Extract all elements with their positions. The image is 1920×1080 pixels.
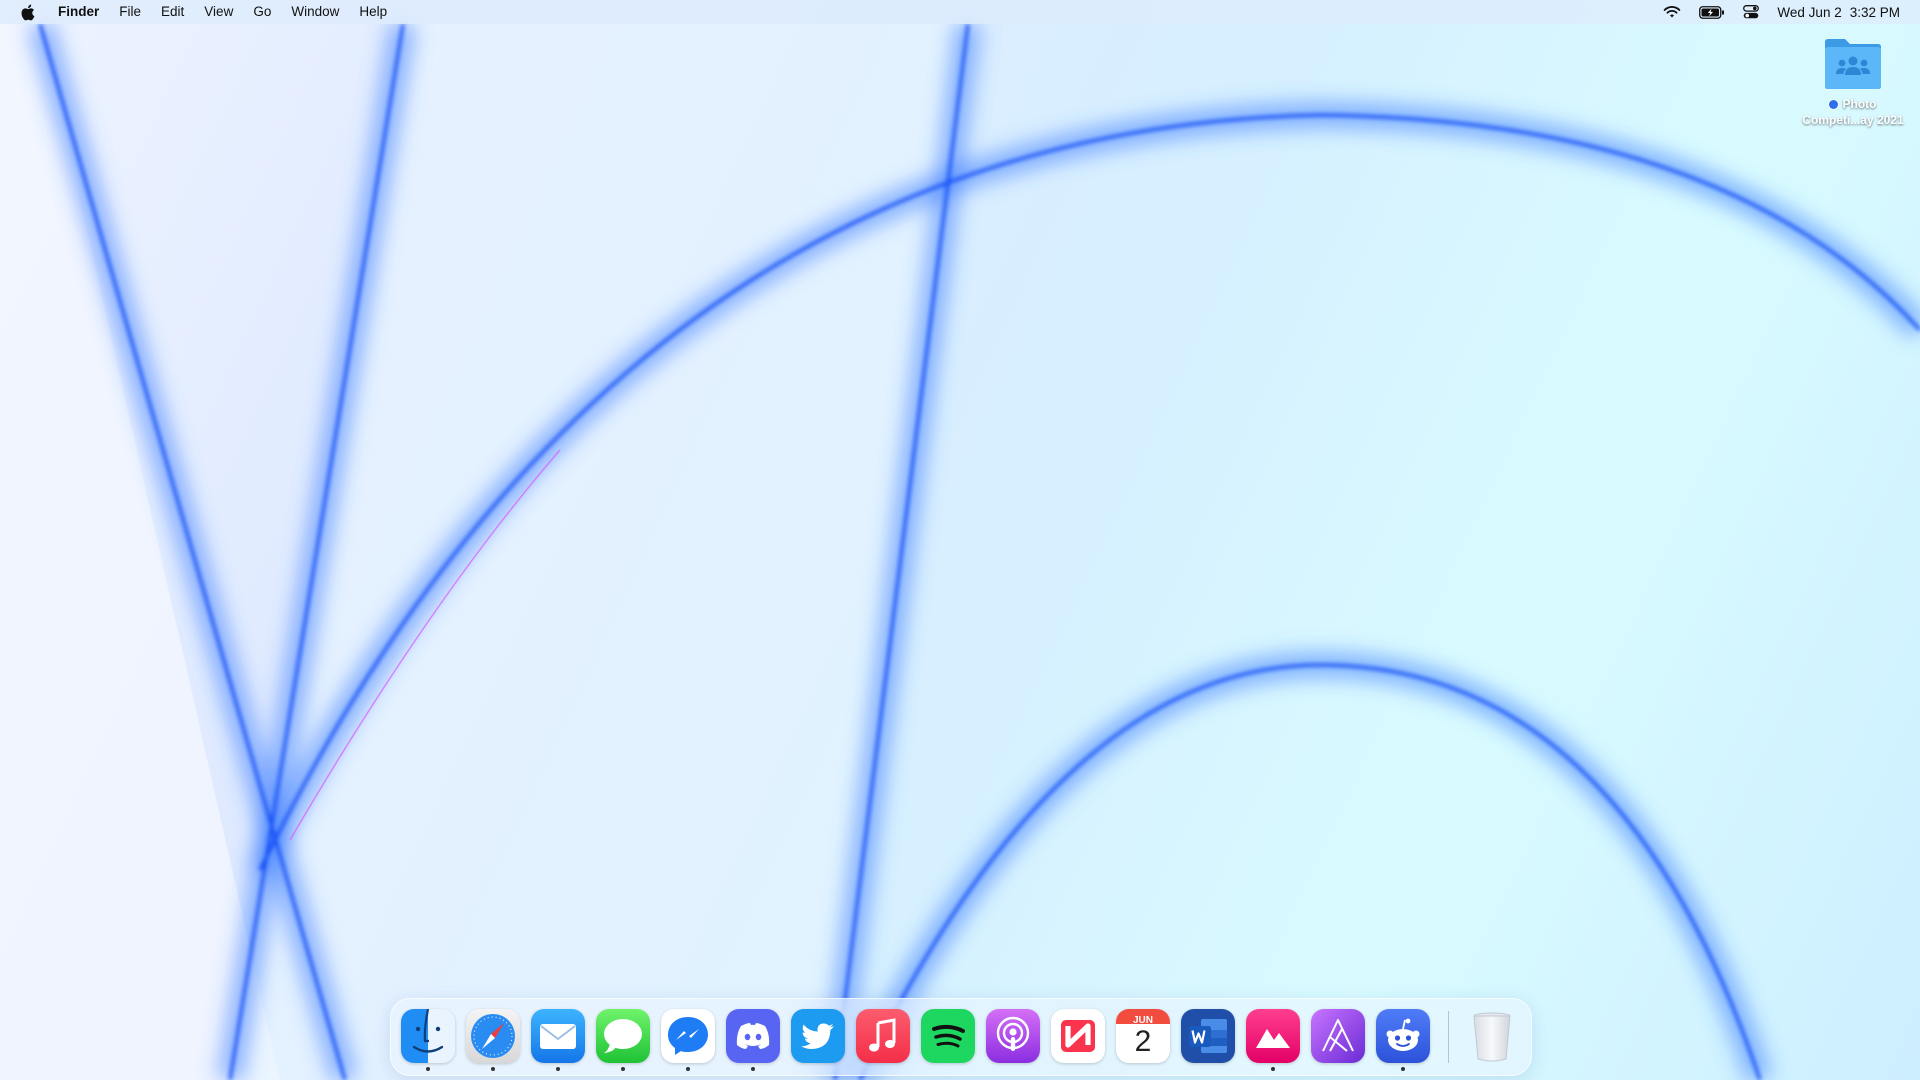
running-indicator: [426, 1067, 430, 1071]
wifi-icon[interactable]: [1663, 0, 1681, 24]
running-indicator: [1271, 1067, 1275, 1071]
menu-bar-status: Wed Jun 2 3:32 PM: [1663, 0, 1920, 24]
calendar-day: 2: [1134, 1025, 1152, 1058]
control-center-icon[interactable]: [1743, 0, 1760, 24]
blue-tag-dot: [1829, 100, 1839, 109]
menu-go[interactable]: Go: [243, 0, 281, 24]
safari-icon: [471, 1014, 515, 1058]
twitter-icon: [801, 1023, 834, 1049]
finder-icon: [412, 1009, 444, 1053]
running-indicator: [556, 1067, 560, 1071]
desktop-folder-label: Photo Competi...ay 2021: [1802, 96, 1903, 128]
menu-window[interactable]: Window: [281, 0, 349, 24]
dock-safari[interactable]: [466, 1009, 520, 1063]
dock-affinity[interactable]: [1311, 1009, 1365, 1063]
dock-mail[interactable]: [531, 1009, 585, 1063]
mail-icon: [540, 1024, 576, 1049]
dock-trash[interactable]: [1465, 1009, 1519, 1063]
desktop-folder-photo-competition[interactable]: Photo Competi...ay 2021: [1790, 36, 1916, 128]
dock-messages[interactable]: [596, 1009, 650, 1063]
messages-icon: [604, 1019, 642, 1053]
menu-edit[interactable]: Edit: [151, 0, 194, 24]
running-indicator: [491, 1067, 495, 1071]
dock-reddit[interactable]: [1376, 1009, 1430, 1063]
running-indicator: [621, 1067, 625, 1071]
battery-charging-icon[interactable]: [1699, 0, 1725, 24]
dock-music[interactable]: [856, 1009, 910, 1063]
word-icon: [1189, 1019, 1227, 1053]
trash-icon: [1473, 1012, 1511, 1062]
dock-discord[interactable]: [726, 1009, 780, 1063]
desktop-wallpaper: [0, 0, 1920, 1080]
dock-calendar[interactable]: JUN 2: [1116, 1009, 1170, 1063]
menu-bar-clock[interactable]: Wed Jun 2 3:32 PM: [1777, 5, 1900, 20]
reddit-icon: [1386, 1018, 1420, 1051]
menu-bar: Finder File Edit View Go Window Help Wed…: [0, 0, 1920, 24]
menu-help[interactable]: Help: [349, 0, 397, 24]
shared-folder-icon: [1825, 39, 1881, 89]
desktop-folder-label-line1: Photo: [1842, 97, 1877, 111]
running-indicator: [686, 1067, 690, 1071]
dock-word[interactable]: [1181, 1009, 1235, 1063]
menu-file[interactable]: File: [109, 0, 151, 24]
music-icon: [869, 1018, 896, 1052]
apple-icon[interactable]: [18, 2, 36, 22]
spotify-icon: [932, 1024, 965, 1048]
dock-divider: [1448, 1011, 1449, 1063]
dock-spotify[interactable]: [921, 1009, 975, 1063]
discord-icon: [736, 1023, 770, 1049]
dock-finder[interactable]: [401, 1009, 455, 1063]
menu-bar-left: Finder File Edit View Go Window Help: [0, 0, 397, 24]
dock-messenger[interactable]: [661, 1009, 715, 1063]
photo-editor-icon: [1256, 1029, 1290, 1048]
dock-news[interactable]: [1051, 1009, 1105, 1063]
dock: JUN 2: [390, 998, 1532, 1076]
dock-podcasts[interactable]: [986, 1009, 1040, 1063]
wallpaper-art: [0, 20, 1920, 1080]
messenger-icon: [668, 1017, 708, 1055]
clock-time: 3:32 PM: [1849, 4, 1900, 20]
running-indicator: [1401, 1067, 1405, 1071]
affinity-icon: [1322, 1019, 1354, 1052]
menu-view[interactable]: View: [194, 0, 243, 24]
news-icon: [1061, 1020, 1095, 1052]
menu-app-finder[interactable]: Finder: [50, 0, 109, 24]
desktop-folder-label-line2: Competi...ay 2021: [1802, 113, 1904, 127]
running-indicator: [751, 1067, 755, 1071]
dock-twitter[interactable]: [791, 1009, 845, 1063]
podcasts-icon: [996, 1016, 1030, 1051]
clock-date: Wed Jun 2: [1777, 4, 1842, 20]
dock-photo-editor[interactable]: [1246, 1009, 1300, 1063]
